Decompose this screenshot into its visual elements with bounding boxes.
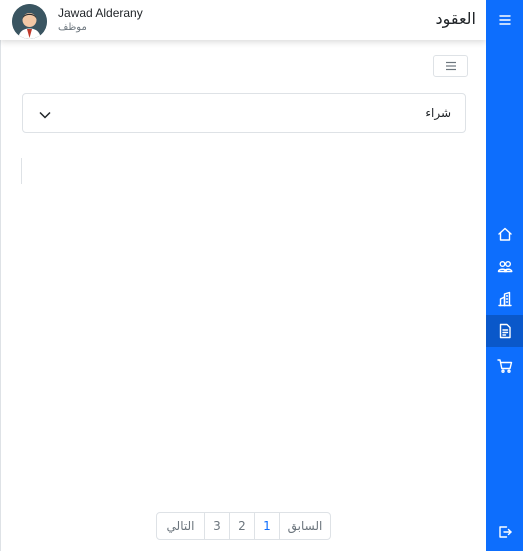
- user-name: Jawad Alderany: [58, 6, 143, 20]
- previous-page-button[interactable]: السابق: [279, 513, 330, 539]
- accordion-label: شراء: [425, 106, 451, 120]
- sidebar-item-contracts[interactable]: [486, 315, 523, 347]
- user-avatar-icon: [12, 4, 47, 39]
- pagination: التالي 3 2 1 السابق: [156, 512, 331, 540]
- page-1-button[interactable]: 1: [254, 513, 279, 539]
- sidebar-item-users[interactable]: [486, 250, 523, 282]
- sidebar-item-buildings[interactable]: [486, 283, 523, 315]
- sidebar-menu-button[interactable]: [486, 4, 523, 36]
- avatar[interactable]: [12, 4, 47, 39]
- sidebar: [486, 0, 523, 551]
- left-border: [0, 0, 1, 551]
- page-3-button[interactable]: 3: [204, 513, 229, 539]
- purchase-accordion[interactable]: شراء: [22, 93, 466, 133]
- user-role: موظف: [58, 22, 87, 33]
- chevron-down-icon: [38, 107, 52, 121]
- home-icon: [497, 227, 512, 241]
- app-root: Jawad Alderany موظف العقود شراء التالي 3…: [0, 0, 523, 551]
- page-2-button[interactable]: 2: [229, 513, 254, 539]
- menu-icon: [498, 15, 511, 25]
- sidebar-item-purchases[interactable]: [486, 350, 523, 382]
- page-title: العقود: [435, 9, 476, 28]
- next-page-button[interactable]: التالي: [157, 513, 204, 539]
- sidebar-item-home[interactable]: [486, 218, 523, 250]
- cart-icon: [496, 359, 512, 373]
- filter-toggle-button[interactable]: [433, 55, 468, 77]
- hamburger-icon: [445, 61, 456, 71]
- logout-icon: [498, 526, 512, 538]
- sidebar-logout-button[interactable]: [486, 516, 523, 548]
- contract-document-icon: [499, 323, 511, 339]
- users-icon: [497, 261, 512, 273]
- building-icon: [497, 291, 512, 307]
- content-divider: [21, 158, 22, 184]
- top-header: Jawad Alderany موظف العقود: [0, 0, 486, 40]
